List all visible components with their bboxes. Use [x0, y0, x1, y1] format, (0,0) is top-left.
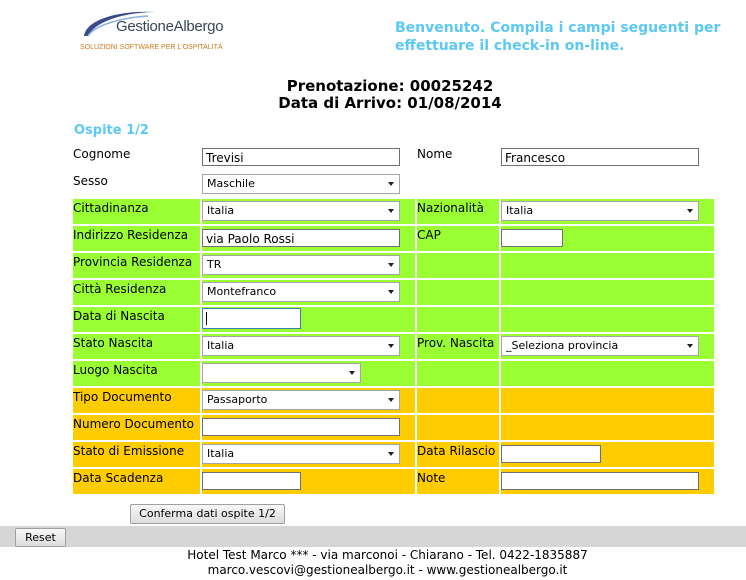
data-rilascio-input[interactable]: [501, 445, 601, 463]
row-provincia: Provincia Residenza TR: [73, 253, 714, 278]
logo-tagline: SOLUZIONI SOFTWARE PER L'OSPITALITÀ: [80, 44, 223, 51]
provincia-value: TR: [207, 258, 222, 271]
welcome-line-2: effettuare il check-in on-line.: [395, 38, 625, 54]
footer-contacts: marco.vescovi@gestionealbergo.it - www.g…: [207, 563, 568, 577]
luogo-nascita-label: Luogo Nascita: [73, 363, 158, 377]
data-scadenza-label: Data Scadenza: [73, 471, 164, 485]
cittadinanza-select[interactable]: Italia: [202, 201, 400, 221]
citta-value: Montefranco: [207, 285, 277, 298]
guest-title: Ospite 1/2: [74, 123, 149, 138]
arrival-date: Data di Arrivo: 01/08/2014: [278, 94, 502, 112]
row-citta: Città Residenza Montefranco: [73, 280, 714, 305]
data-nascita-input[interactable]: [202, 308, 301, 329]
indirizzo-label: Indirizzo Residenza: [73, 228, 189, 242]
prov-nascita-select[interactable]: _Seleziona provincia: [501, 336, 699, 356]
sesso-label: Sesso: [73, 174, 108, 188]
stato-nascita-label: Stato Nascita: [73, 336, 154, 350]
provincia-label: Provincia Residenza: [73, 255, 193, 269]
citta-label: Città Residenza: [73, 282, 167, 296]
reset-button[interactable]: Reset: [15, 528, 66, 547]
welcome-line-1: Benvenuto. Compila i campi seguenti per: [395, 20, 721, 36]
confirm-guest-button[interactable]: Conferma dati ospite 1/2: [130, 504, 285, 524]
prov-nascita-value: _Seleziona provincia: [506, 339, 619, 352]
nazionalita-select[interactable]: Italia: [501, 201, 699, 221]
chevron-down-icon: [388, 263, 394, 267]
welcome-message: Benvenuto. Compila i campi seguenti per …: [395, 19, 735, 55]
sesso-select[interactable]: Maschile: [202, 174, 400, 194]
data-scadenza-input[interactable]: [202, 472, 301, 490]
stato-emissione-value: Italia: [207, 447, 235, 460]
tipo-doc-select[interactable]: Passaporto: [202, 390, 400, 410]
nazionalita-value: Italia: [506, 204, 534, 217]
chevron-down-icon: [388, 344, 394, 348]
brand-logo: GestioneAlbergo SOLUZIONI SOFTWARE PER L…: [78, 6, 248, 60]
row-indirizzo: Indirizzo Residenza via Paolo Rossi CAP: [73, 226, 714, 251]
cittadinanza-value: Italia: [207, 204, 235, 217]
indirizzo-input[interactable]: via Paolo Rossi: [202, 229, 400, 247]
row-data-scadenza: Data Scadenza Note: [73, 469, 714, 494]
chevron-down-icon: [349, 371, 355, 375]
stato-emissione-label: Stato di Emissione: [73, 444, 185, 458]
chevron-down-icon: [687, 209, 693, 213]
numero-doc-label: Numero Documento: [73, 417, 194, 431]
cap-label: CAP: [417, 228, 441, 242]
row-stato-emissione: Stato di Emissione Italia Data Rilascio: [73, 442, 714, 467]
numero-doc-input[interactable]: [202, 418, 400, 436]
chevron-down-icon: [388, 182, 394, 186]
data-rilascio-label: Data Rilascio: [417, 444, 496, 458]
chevron-down-icon: [388, 290, 394, 294]
cognome-label: Cognome: [73, 147, 131, 161]
note-input[interactable]: [501, 472, 699, 490]
citta-select[interactable]: Montefranco: [202, 282, 400, 302]
chevron-down-icon: [687, 344, 693, 348]
guest-form: Cognome Trevisi Nome Francesco Sesso Mas…: [71, 143, 716, 496]
booking-heading: Prenotazione: 00025242 Data di Arrivo: 0…: [0, 78, 746, 112]
luogo-nascita-select[interactable]: [202, 363, 361, 383]
row-stato-nascita: Stato Nascita Italia Prov. Nascita _Sele…: [73, 334, 714, 359]
nome-label: Nome: [417, 147, 453, 161]
nome-input[interactable]: Francesco: [501, 148, 699, 166]
stato-nascita-select[interactable]: Italia: [202, 336, 400, 356]
footer: Hotel Test Marco *** - via marconoi - Ch…: [0, 548, 746, 578]
cittadinanza-label: Cittadinanza: [73, 201, 149, 215]
nazionalita-label: Nazionalità: [417, 201, 484, 215]
note-label: Note: [417, 471, 446, 485]
prov-nascita-label: Prov. Nascita: [417, 336, 495, 350]
action-bar: [0, 526, 746, 547]
footer-hotel-info: Hotel Test Marco *** - via marconoi - Ch…: [187, 548, 588, 562]
row-luogo-nascita: Luogo Nascita: [73, 361, 714, 386]
provincia-select[interactable]: TR: [202, 255, 400, 275]
stato-nascita-value: Italia: [207, 339, 235, 352]
chevron-down-icon: [388, 209, 394, 213]
row-sesso: Sesso Maschile: [73, 172, 714, 197]
row-tipo-documento: Tipo Documento Passaporto: [73, 388, 714, 413]
cap-input[interactable]: [501, 229, 563, 247]
row-cittadinanza: Cittadinanza Italia Nazionalità Italia: [73, 199, 714, 224]
row-data-nascita: Data di Nascita: [73, 307, 714, 332]
tipo-doc-value: Passaporto: [207, 393, 268, 406]
logo-name: GestioneAlbergo: [116, 18, 224, 35]
row-numero-documento: Numero Documento: [73, 415, 714, 440]
sesso-value: Maschile: [207, 177, 255, 190]
cognome-input[interactable]: Trevisi: [202, 148, 400, 166]
tipo-doc-label: Tipo Documento: [73, 390, 172, 404]
data-nascita-label: Data di Nascita: [73, 309, 165, 323]
row-cognome: Cognome Trevisi Nome Francesco: [73, 145, 714, 170]
chevron-down-icon: [388, 452, 394, 456]
stato-emissione-select[interactable]: Italia: [202, 444, 400, 464]
chevron-down-icon: [388, 398, 394, 402]
reservation-number: Prenotazione: 00025242: [286, 77, 494, 95]
